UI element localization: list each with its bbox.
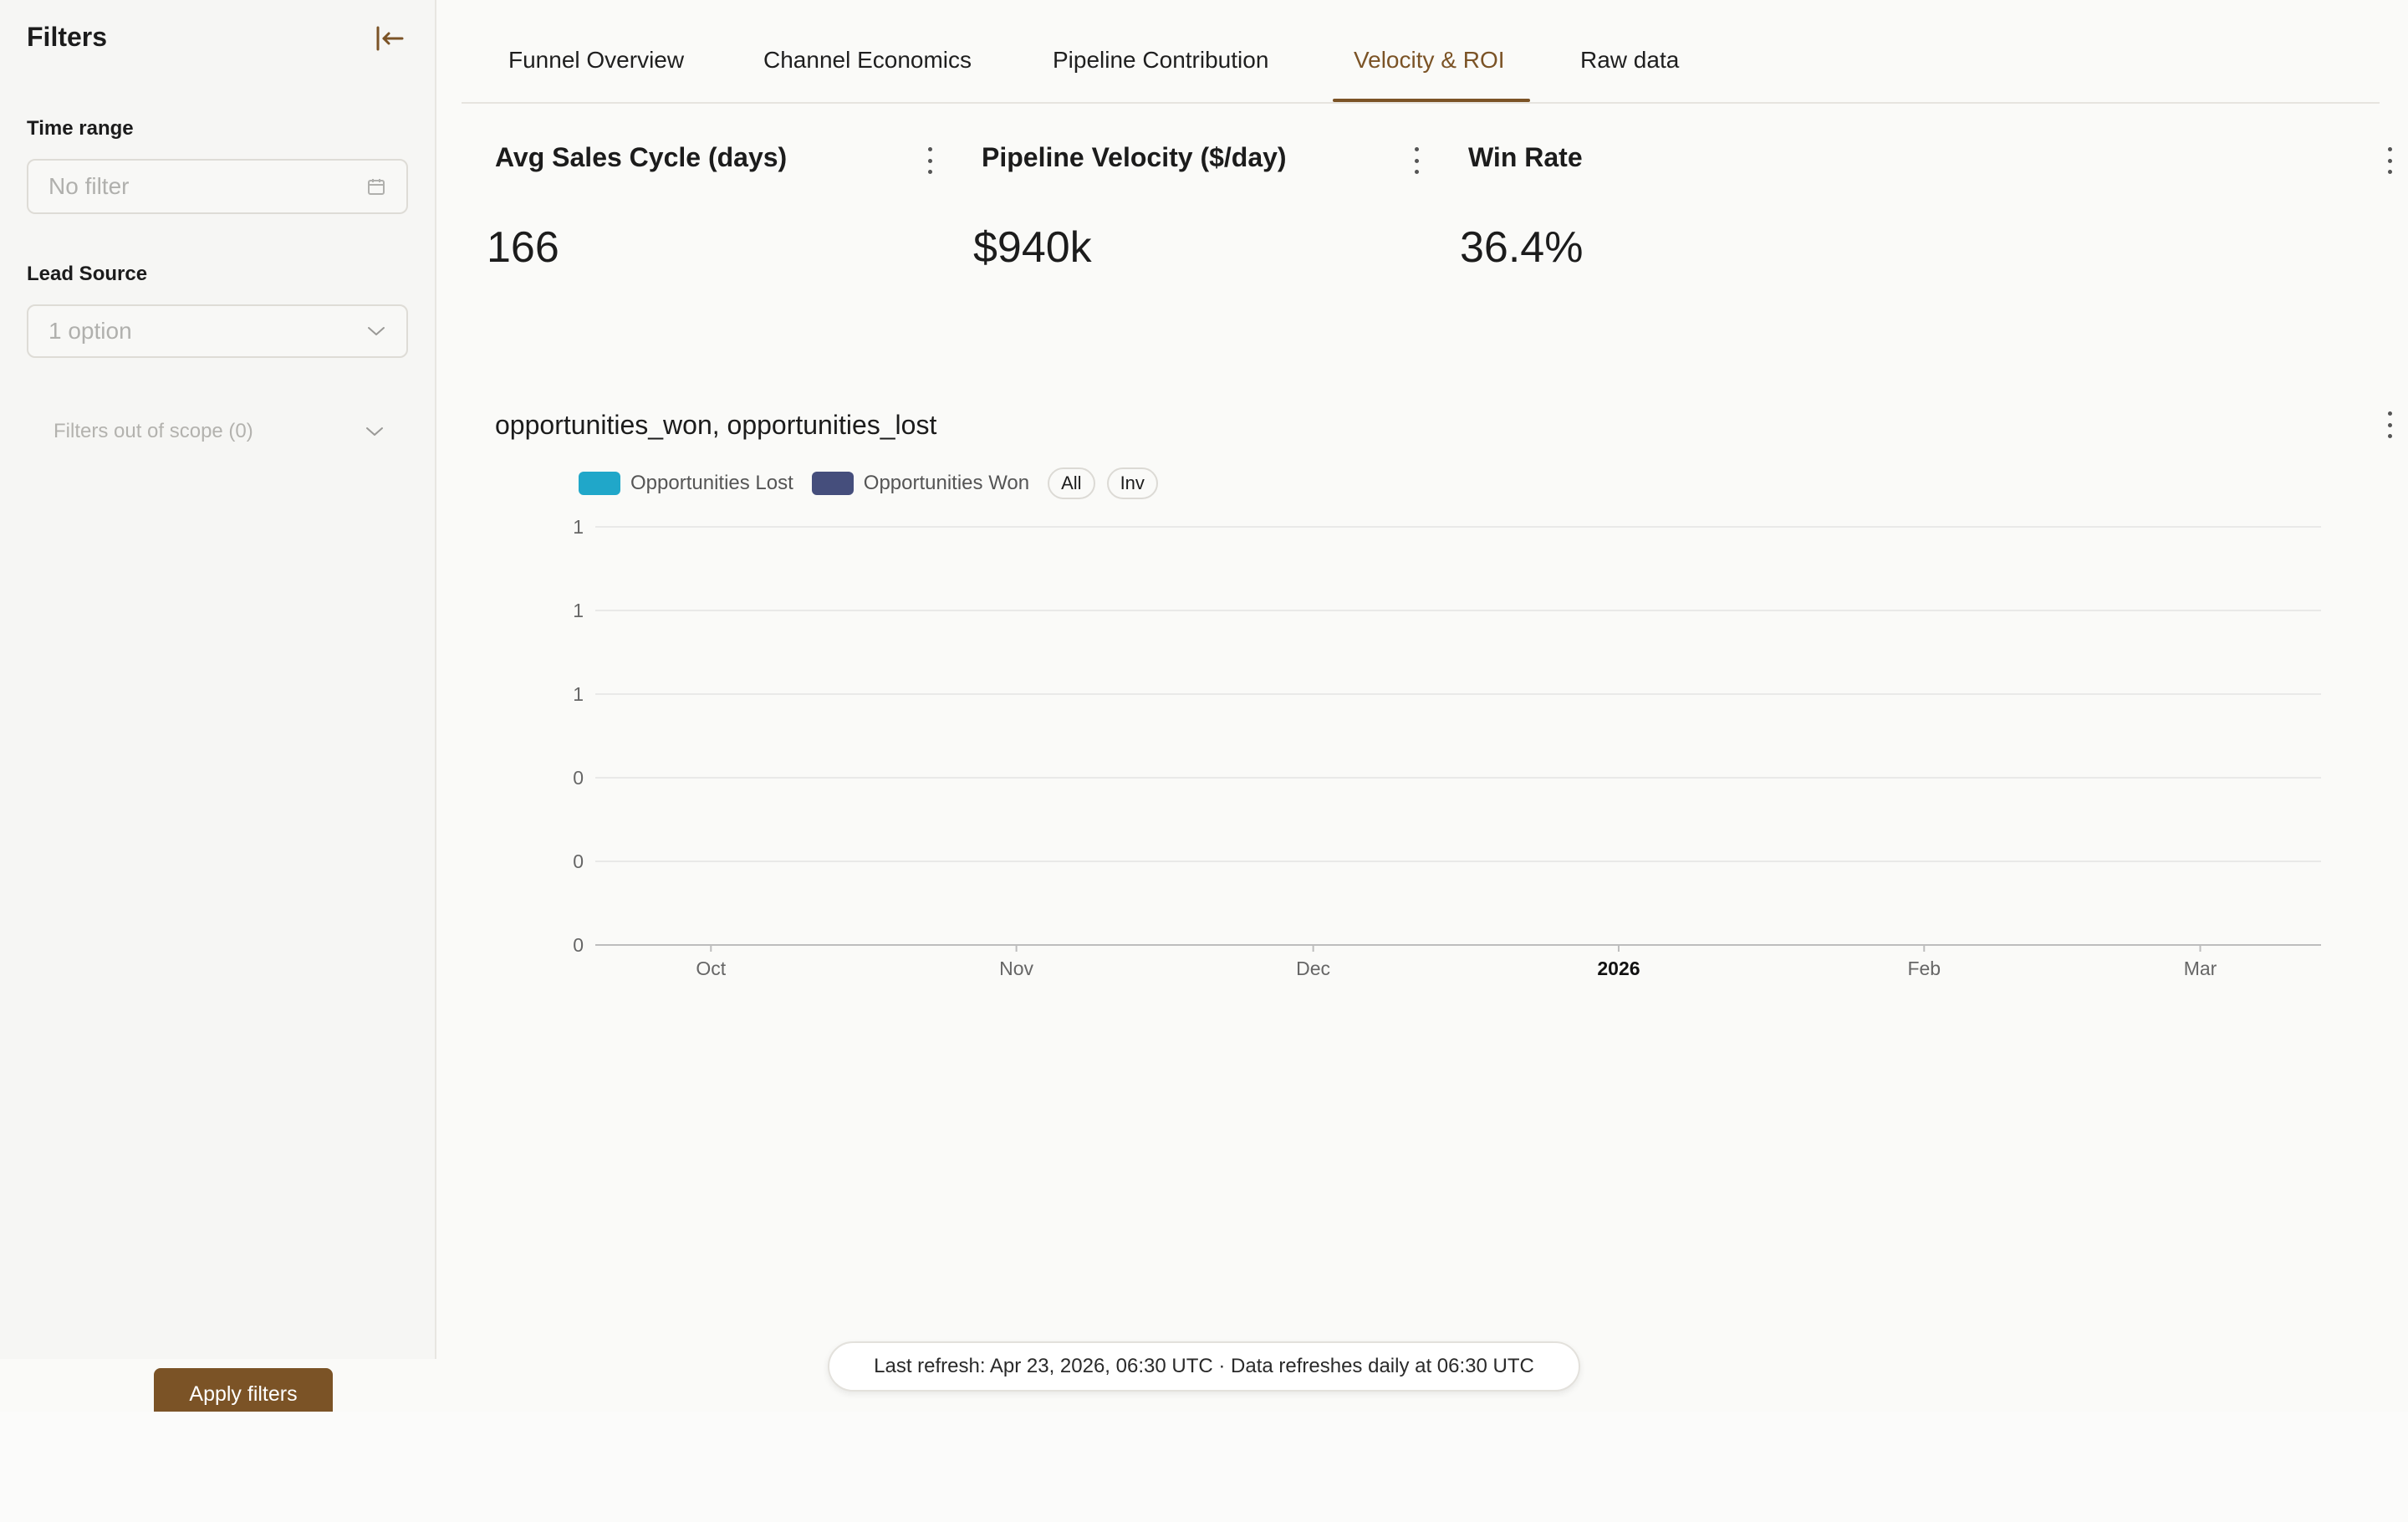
page-bottom-strip (0, 1412, 2408, 1522)
kpi-title-avg-sales-cycle: Avg Sales Cycle (days) (495, 142, 788, 172)
x-tick-label: Mar (2184, 958, 2217, 979)
kebab-dot (2387, 422, 2392, 427)
collapse-sidebar-button[interactable] (371, 22, 408, 55)
time-range-input[interactable]: No filter (27, 159, 408, 214)
kebab-dot (2387, 158, 2392, 163)
y-tick-label: 0 (573, 767, 584, 789)
legend-swatch-lost (579, 472, 620, 495)
x-tick-label: Nov (999, 958, 1033, 979)
x-tick-label: Feb (1907, 958, 1941, 979)
y-tick-label: 0 (573, 850, 584, 872)
time-range-placeholder: No filter (48, 173, 130, 199)
x-tick-label: Dec (1296, 958, 1330, 979)
kebab-dot (927, 147, 932, 151)
x-tick-label: Oct (696, 958, 726, 979)
kpi-menu-button[interactable] (920, 144, 940, 177)
y-tick-label: 0 (573, 934, 584, 956)
filters-out-of-scope-label: Filters out of scope (0) (54, 420, 253, 442)
kebab-dot (1414, 147, 1419, 151)
legend-item-opportunities-lost[interactable]: Opportunities Lost (579, 472, 793, 495)
tab-velocity-roi[interactable]: Velocity & ROI (1354, 47, 1505, 74)
chart-plot-area: 1 1 1 0 0 0 Oct Nov Dec 2026 Feb Mar (573, 516, 2321, 979)
legend-item-opportunities-won[interactable]: Opportunities Won (811, 472, 1030, 495)
legend-invert-button[interactable]: Inv (1106, 467, 1158, 499)
filters-out-of-scope-toggle[interactable]: Filters out of scope (0) (54, 415, 385, 448)
active-tab-indicator (1333, 99, 1530, 102)
y-tick-label: 1 (573, 516, 584, 538)
tab-raw-data[interactable]: Raw data (1580, 47, 1679, 74)
kebab-dot (927, 170, 932, 174)
kpi-title-pipeline-velocity: Pipeline Velocity ($/day) (982, 142, 1287, 172)
kebab-dot (2387, 170, 2392, 174)
calendar-icon (368, 179, 385, 195)
legend-select-all-button[interactable]: All (1048, 467, 1095, 499)
chevron-down-icon (366, 427, 383, 436)
chevron-down-icon (368, 327, 385, 335)
kebab-dot (1414, 170, 1419, 174)
tab-channel-economics[interactable]: Channel Economics (763, 47, 972, 74)
kebab-dot (2387, 434, 2392, 438)
kpi-value-pipeline-velocity: $940k (973, 223, 1092, 272)
kebab-dot (2387, 147, 2392, 151)
kebab-dot (2387, 411, 2392, 416)
kebab-dot (927, 158, 932, 163)
legend-label-lost: Opportunities Lost (630, 472, 793, 494)
kpi-menu-button[interactable] (2380, 144, 2400, 177)
chart-legend: Opportunities Lost Opportunities Won All… (579, 467, 1170, 499)
last-refresh-banner: Last refresh: Apr 23, 2026, 06:30 UTC · … (828, 1341, 1580, 1392)
kebab-dot (1414, 158, 1419, 163)
kpi-value-win-rate: 36.4% (1460, 223, 1584, 272)
filters-title: Filters (27, 22, 108, 52)
collapse-left-icon (376, 26, 404, 51)
y-tick-label: 1 (573, 600, 584, 621)
dashboard-app: Filters Time range No filter Lead Source… (0, 0, 2408, 1522)
y-tick-label: 1 (573, 683, 584, 705)
chart-menu-button[interactable] (2380, 408, 2400, 442)
kpi-title-win-rate: Win Rate (1468, 142, 1583, 172)
legend-swatch-won (811, 472, 854, 495)
legend-label-won: Opportunities Won (863, 472, 1030, 494)
tab-pipeline-contribution[interactable]: Pipeline Contribution (1053, 47, 1268, 74)
filters-sidebar: Filters Time range No filter Lead Source… (0, 0, 436, 1359)
kpi-menu-button[interactable] (1406, 144, 1426, 177)
kpi-value-avg-sales-cycle: 166 (487, 223, 559, 272)
lead-source-placeholder: 1 option (48, 318, 132, 344)
lead-source-label: Lead Source (27, 263, 148, 285)
dashboard-tabs: Funnel Overview Channel Economics Pipeli… (462, 0, 2380, 104)
tab-funnel-overview[interactable]: Funnel Overview (508, 47, 684, 74)
x-tick-label: 2026 (1597, 958, 1640, 979)
chart-title: opportunities_won, opportunities_lost (495, 410, 937, 440)
apply-filters-button[interactable]: Apply filters (154, 1368, 333, 1413)
lead-source-select[interactable]: 1 option (27, 304, 408, 358)
time-range-label: Time range (27, 117, 134, 140)
